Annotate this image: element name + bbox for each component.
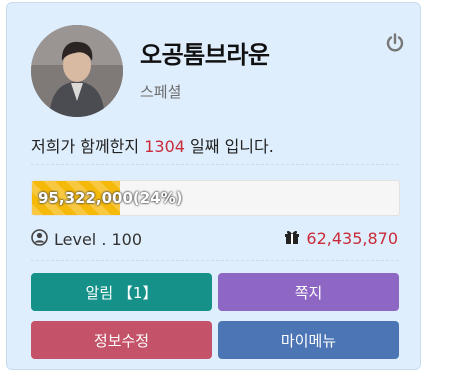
days-count: 1304 [144, 137, 185, 156]
days-prefix: 저희가 함께한지 [31, 137, 140, 156]
note-button[interactable]: 쪽지 [218, 273, 399, 311]
points-info: 62,435,870 [284, 229, 398, 248]
edit-info-button[interactable]: 정보수정 [31, 321, 212, 359]
avatar[interactable] [31, 25, 123, 117]
alarm-button[interactable]: 알림 【1】 [31, 273, 212, 311]
experience-percent: (24%) [132, 189, 183, 207]
points-value: 62,435,870 [306, 229, 398, 248]
days-together: 저희가 함께한지 1304 일째 입니다. [31, 133, 274, 157]
gift-icon [284, 229, 300, 248]
user-circle-icon [31, 229, 48, 250]
level-info: Level . 100 [31, 229, 142, 250]
divider [31, 164, 399, 165]
member-grade: 스페셜 [140, 83, 182, 101]
level-text: Level . 100 [54, 230, 143, 249]
experience-value: 95,322,000 [38, 189, 133, 207]
experience-bar: 95,322,000(24%) [31, 180, 400, 216]
my-menu-button[interactable]: 마이메뉴 [218, 321, 399, 359]
avatar-photo [31, 25, 123, 117]
power-icon[interactable] [384, 32, 406, 54]
days-suffix: 일째 입니다. [190, 137, 274, 156]
experience-label: 95,322,000(24%) [38, 189, 183, 207]
member-name: 오공톰브라운 [140, 41, 270, 69]
divider [31, 260, 399, 261]
profile-card: 오공톰브라운 스페셜 저희가 함께한지 1304 일째 입니다. 95,322,… [6, 2, 421, 370]
